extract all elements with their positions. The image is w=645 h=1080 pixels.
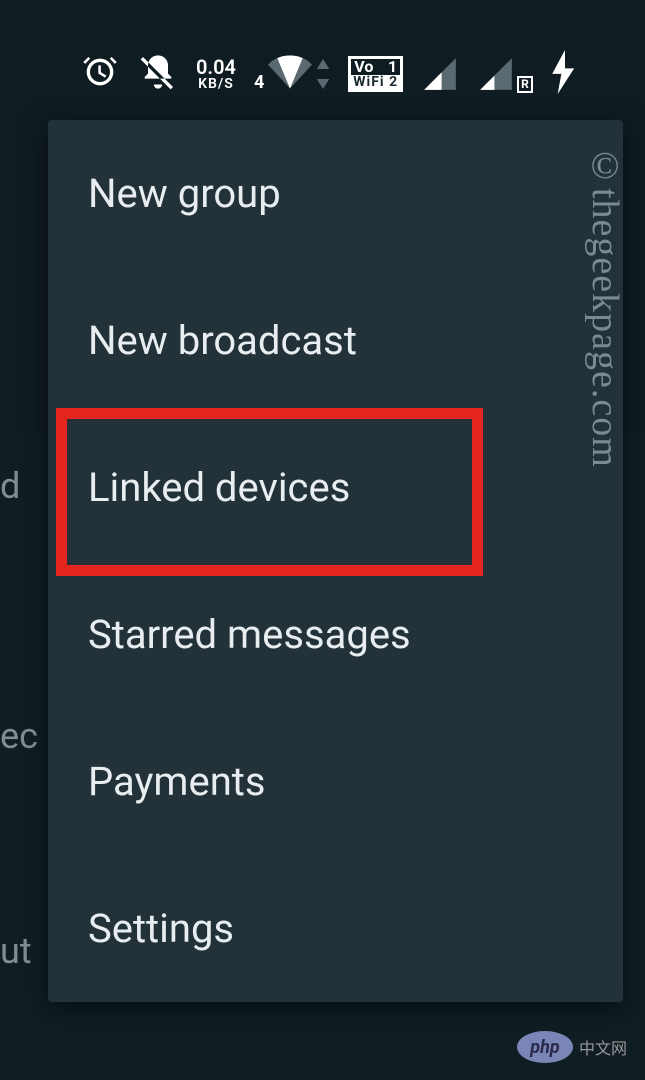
charging-icon	[551, 50, 579, 98]
bg-text-fragment-1: d	[0, 465, 20, 507]
wifi-icon	[268, 55, 312, 93]
vowifi-badge: Vo 1 WiFi 2	[348, 56, 403, 92]
vowifi-sim-number: 1	[388, 59, 397, 75]
menu-item-label: Settings	[88, 905, 234, 952]
php-site-text: 中文网	[579, 1035, 627, 1059]
menu-item-label: Starred messages	[88, 611, 411, 658]
menu-item-label: New broadcast	[88, 317, 357, 364]
roaming-badge: R	[517, 76, 533, 93]
vowifi-label: WiFi 2	[351, 75, 400, 89]
signal-sim2: R	[477, 55, 533, 93]
net-speed-value: 0.04	[196, 57, 236, 77]
screen: 0.04 KB/S 4 Vo 1 WiFi 2 R	[0, 0, 645, 1077]
wifi-indicator: 4	[254, 55, 330, 93]
menu-item-label: Linked devices	[88, 464, 350, 511]
menu-item-linked-devices[interactable]: Linked devices	[48, 414, 623, 561]
menu-item-new-broadcast[interactable]: New broadcast	[48, 267, 623, 414]
vowifi-vo: Vo	[354, 59, 373, 75]
menu-item-label: New group	[88, 170, 281, 217]
menu-item-new-group[interactable]: New group	[48, 120, 623, 267]
bg-text-fragment-3: ut	[0, 930, 32, 972]
alarm-icon	[80, 52, 120, 96]
menu-item-label: Payments	[88, 758, 266, 805]
net-speed-unit: KB/S	[198, 77, 234, 91]
wifi-band-label: 4	[254, 72, 264, 93]
menu-item-payments[interactable]: Payments	[48, 708, 623, 855]
menu-item-settings[interactable]: Settings	[48, 855, 623, 1002]
network-speed-indicator: 0.04 KB/S	[196, 57, 236, 91]
updown-arrows-icon	[316, 59, 330, 93]
status-bar: 0.04 KB/S 4 Vo 1 WiFi 2 R	[0, 0, 645, 118]
notifications-muted-icon	[138, 52, 178, 96]
php-logo: php	[517, 1031, 573, 1063]
watermark-bottom: php 中文网	[517, 1031, 627, 1063]
menu-item-starred-messages[interactable]: Starred messages	[48, 561, 623, 708]
options-dropdown-menu: New group New broadcast Linked devices S…	[48, 120, 623, 1002]
bg-text-fragment-2: ec	[0, 715, 38, 757]
watermark-side: ©thegeekpage.com	[583, 145, 627, 468]
signal-sim1	[421, 55, 459, 93]
